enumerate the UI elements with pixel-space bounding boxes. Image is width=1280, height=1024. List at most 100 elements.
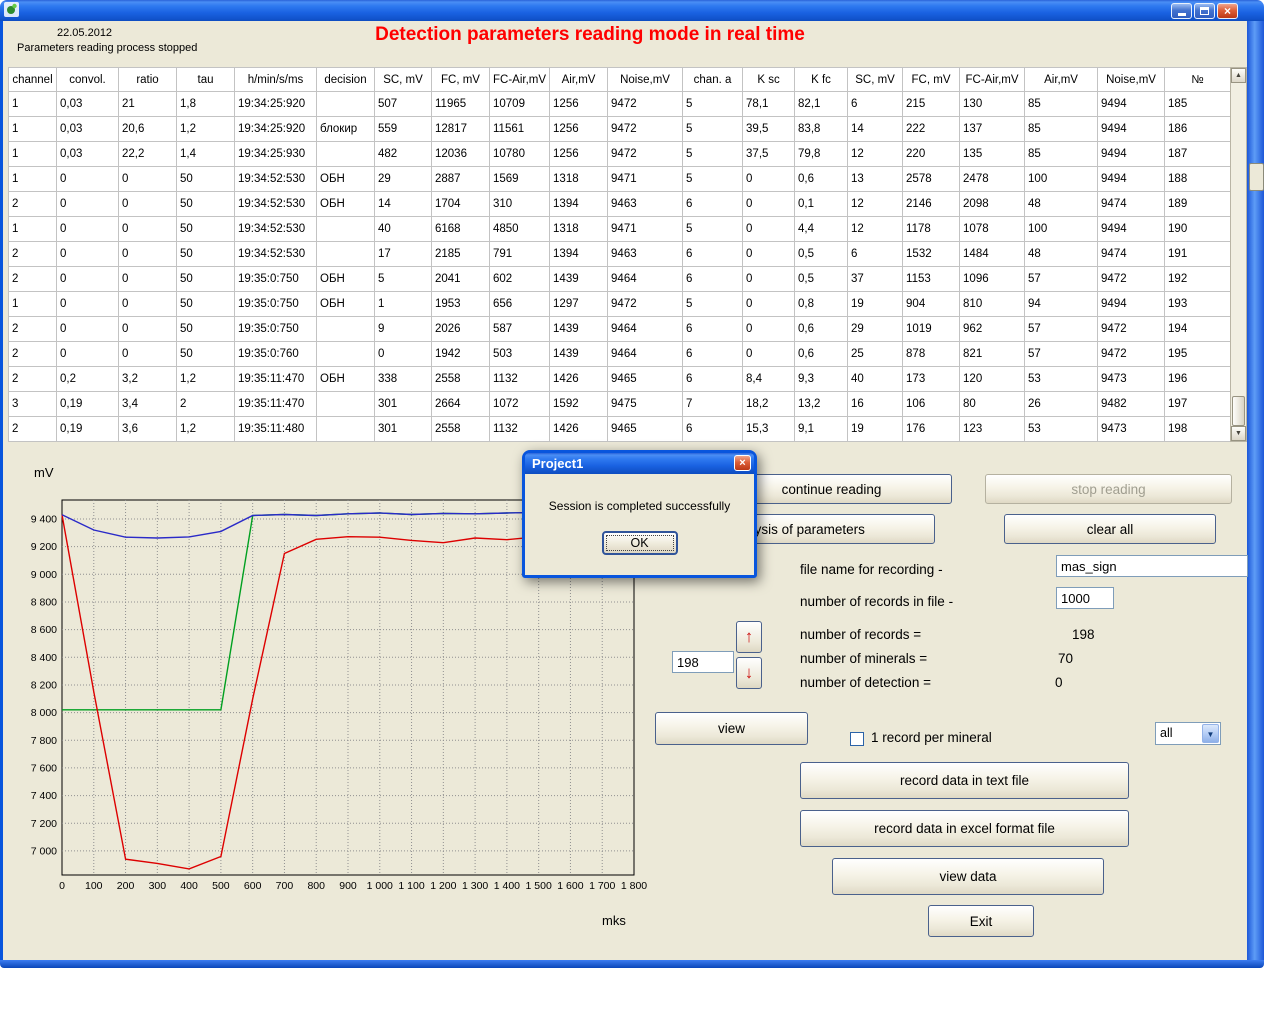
dialog-titlebar[interactable]: Project1 ×: [525, 453, 754, 474]
table-cell: 1132: [490, 417, 550, 442]
table-cell: 17: [375, 242, 432, 267]
table-row[interactable]: 30,193,4219:35:11:4703012664107215929475…: [9, 392, 1231, 417]
table-cell: 94: [1025, 292, 1098, 317]
filter-dropdown[interactable]: all ▼: [1155, 722, 1221, 745]
record-text-file-button[interactable]: record data in text file: [800, 762, 1129, 799]
scrollbar-thumb[interactable]: [1232, 396, 1245, 426]
table-cell: 878: [903, 342, 960, 367]
column-header: SC, mV: [848, 68, 903, 92]
table-cell: 0: [57, 192, 119, 217]
dialog-message: Session is completed successfully: [525, 499, 754, 513]
scroll-up-button[interactable]: ▲: [1231, 68, 1246, 83]
table-cell: 0: [743, 317, 795, 342]
table-cell: 1256: [550, 117, 608, 142]
table-row[interactable]: 10,03211,819:34:25:920507119651070912569…: [9, 92, 1231, 117]
table-row[interactable]: 1005019:35:0:750ОБН1195365612979472500,8…: [9, 292, 1231, 317]
table-cell: 1: [9, 142, 57, 167]
exit-button[interactable]: Exit: [928, 905, 1034, 937]
table-cell: ОБН: [317, 167, 375, 192]
table-cell: 37,5: [743, 142, 795, 167]
table-cell: 196: [1165, 367, 1231, 392]
table-cell: 40: [375, 217, 432, 242]
spin-up-button[interactable]: ↑: [736, 621, 762, 653]
table-cell: 2: [9, 242, 57, 267]
table-row[interactable]: 20,193,61,219:35:11:48030125581132142694…: [9, 417, 1231, 442]
table-row[interactable]: 20,23,21,219:35:11:470ОБН338255811321426…: [9, 367, 1231, 392]
table-cell: 9494: [1098, 92, 1165, 117]
parameters-table[interactable]: channelconvol.ratiotauh/min/s/msdecision…: [8, 67, 1231, 442]
table-cell: 5: [683, 292, 743, 317]
column-header: convol.: [57, 68, 119, 92]
x-tick-label: 500: [212, 880, 230, 892]
table-cell: 0: [119, 342, 177, 367]
table-row[interactable]: 10,0322,21,419:34:25:9304821203610780125…: [9, 142, 1231, 167]
stop-reading-button[interactable]: stop reading: [985, 474, 1232, 504]
table-cell: 19: [848, 292, 903, 317]
table-cell: 0: [57, 292, 119, 317]
form-scrollbar-thumb[interactable]: [1249, 163, 1264, 191]
view-data-button[interactable]: view data: [832, 858, 1104, 895]
scroll-down-button[interactable]: ▼: [1231, 426, 1246, 441]
table-cell: [317, 242, 375, 267]
column-header: K sc: [743, 68, 795, 92]
table-cell: [317, 92, 375, 117]
table-row[interactable]: 1005019:34:52:530ОБН29288715691318947150…: [9, 167, 1231, 192]
table-cell: 9465: [608, 417, 683, 442]
table-cell: 19:34:25:930: [235, 142, 317, 167]
column-header: h/min/s/ms: [235, 68, 317, 92]
y-tick-label: 8 800: [31, 596, 57, 608]
table-scrollbar[interactable]: ▲ ▼: [1230, 67, 1247, 442]
table-row[interactable]: 2005019:34:52:530ОБН14170431013949463600…: [9, 192, 1231, 217]
table-row[interactable]: 2005019:35:0:7509202658714399464600,6291…: [9, 317, 1231, 342]
minimize-button[interactable]: [1171, 3, 1192, 19]
record-index-input[interactable]: [672, 651, 734, 673]
table-cell: 9465: [608, 367, 683, 392]
table-row[interactable]: 2005019:34:52:53017218579113949463600,56…: [9, 242, 1231, 267]
window-titlebar[interactable]: ×: [0, 0, 1264, 21]
table-cell: ОБН: [317, 367, 375, 392]
table-cell: 176: [903, 417, 960, 442]
one-record-checkbox[interactable]: [850, 732, 864, 746]
table-cell: 37: [848, 267, 903, 292]
table-row[interactable]: 1005019:34:52:530406168485013189471504,4…: [9, 217, 1231, 242]
ok-button[interactable]: OK: [602, 531, 678, 555]
y-tick-label: 9 400: [31, 513, 57, 525]
close-button[interactable]: ×: [1217, 3, 1238, 19]
table-cell: 6: [683, 367, 743, 392]
view-button[interactable]: view: [655, 712, 808, 745]
down-arrow-icon: ↓: [745, 663, 754, 683]
dialog-close-icon: ×: [739, 457, 745, 469]
table-cell: 2664: [432, 392, 490, 417]
y-tick-label: 7 400: [31, 790, 57, 802]
x-tick-label: 600: [244, 880, 262, 892]
table-cell: 507: [375, 92, 432, 117]
table-cell: 1704: [432, 192, 490, 217]
table-cell: 191: [1165, 242, 1231, 267]
table-cell: 190: [1165, 217, 1231, 242]
table-row[interactable]: 2005019:35:0:750ОБН5204160214399464600,5…: [9, 267, 1231, 292]
table-row[interactable]: 10,0320,61,219:34:25:920блокир5591281711…: [9, 117, 1231, 142]
file-name-input[interactable]: [1056, 555, 1248, 577]
table-cell: 53: [1025, 417, 1098, 442]
table-cell: 50: [177, 267, 235, 292]
table-cell: [317, 142, 375, 167]
table-cell: 0,6: [795, 342, 848, 367]
dialog-close-button[interactable]: ×: [734, 455, 751, 471]
table-cell: 187: [1165, 142, 1231, 167]
table-cell: 19:35:0:750: [235, 317, 317, 342]
minimize-icon: [1178, 13, 1186, 16]
x-tick-label: 900: [339, 880, 357, 892]
maximize-button[interactable]: [1194, 3, 1215, 19]
table-cell: 310: [490, 192, 550, 217]
table-cell: 0: [119, 167, 177, 192]
table-cell: 1439: [550, 342, 608, 367]
clear-all-button[interactable]: clear all: [1004, 514, 1216, 544]
record-excel-file-button[interactable]: record data in excel format file: [800, 810, 1129, 847]
column-header: ratio: [119, 68, 177, 92]
table-cell: 0: [119, 317, 177, 342]
records-in-file-input[interactable]: [1056, 587, 1114, 609]
table-row[interactable]: 2005019:35:0:7600194250314399464600,6258…: [9, 342, 1231, 367]
table-cell: 1: [9, 167, 57, 192]
spin-down-button[interactable]: ↓: [736, 657, 762, 689]
dialog-title: Project1: [532, 456, 583, 471]
